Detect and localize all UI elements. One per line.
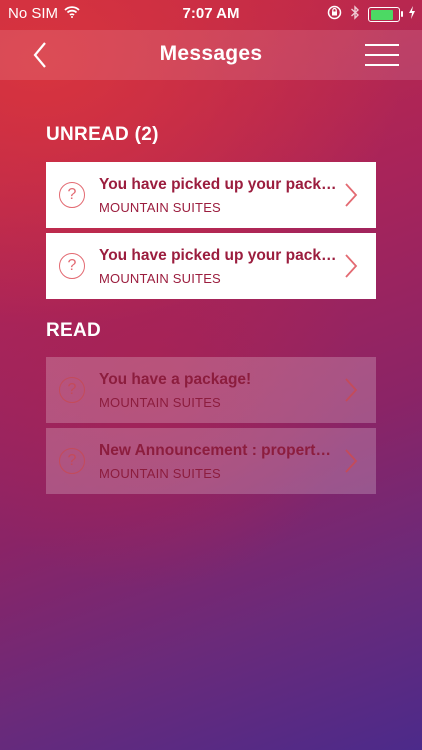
message-card-read-2[interactable]: ? New Announcement : property in... MOUN… [46, 428, 376, 494]
chevron-right-icon [345, 449, 358, 473]
chevron-right-icon [345, 183, 358, 207]
message-card-read-1[interactable]: ? You have a package! MOUNTAIN SUITES [46, 357, 376, 423]
page-title: Messages [159, 42, 263, 65]
message-property: MOUNTAIN SUITES [99, 466, 221, 481]
question-icon: ? [59, 253, 85, 279]
charging-bolt-icon [408, 6, 416, 23]
chevron-right-icon [345, 254, 358, 278]
message-title: New Announcement : property in... [99, 442, 339, 459]
message-title: You have picked up your package! [99, 176, 339, 193]
message-card-unread-1[interactable]: ? You have picked up your package! MOUNT… [46, 162, 376, 228]
nav-bar: Messages [0, 30, 422, 80]
rotation-lock-icon [327, 5, 342, 24]
message-card-unread-2[interactable]: ? You have picked up your package! MOUNT… [46, 233, 376, 299]
bluetooth-icon [350, 5, 360, 24]
message-title: You have a package! [99, 371, 252, 388]
question-icon: ? [59, 182, 85, 208]
question-icon: ? [59, 377, 85, 403]
question-icon: ? [59, 448, 85, 474]
menu-button[interactable] [364, 43, 400, 67]
message-property: MOUNTAIN SUITES [99, 200, 221, 215]
status-bar: No SIM 7:07 AM [0, 0, 422, 30]
battery-icon [368, 7, 403, 22]
battery-fill [370, 9, 394, 20]
read-heading: READ [46, 320, 102, 341]
hamburger-menu-icon [365, 44, 399, 66]
message-property: MOUNTAIN SUITES [99, 395, 221, 410]
status-right [327, 5, 416, 24]
unread-heading: UNREAD (2) [46, 124, 159, 145]
message-property: MOUNTAIN SUITES [99, 271, 221, 286]
message-title: You have picked up your package! [99, 247, 339, 264]
chevron-right-icon [345, 378, 358, 402]
